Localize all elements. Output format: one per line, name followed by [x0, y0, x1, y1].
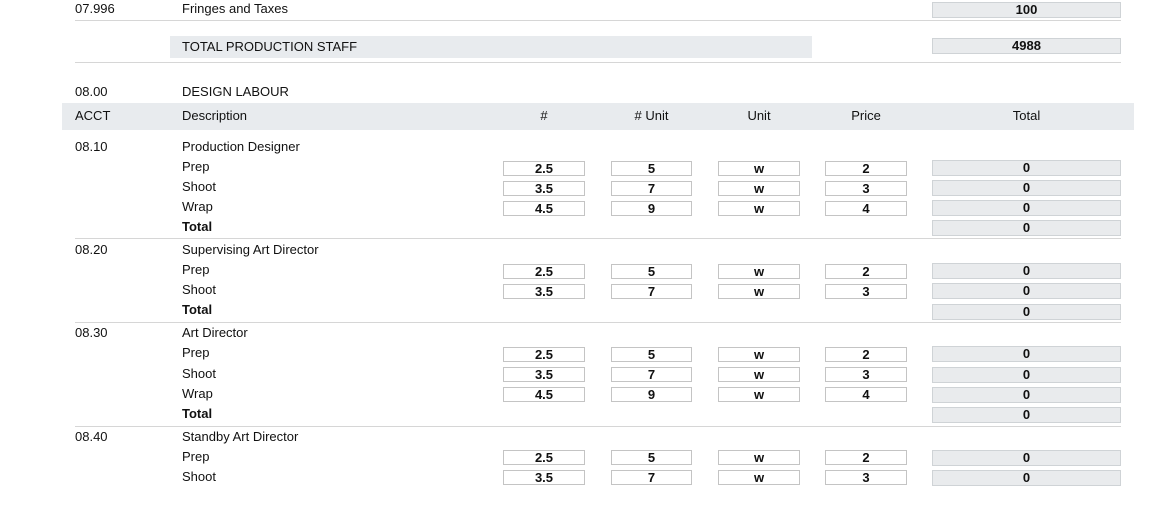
group-acct: 08.10: [75, 139, 108, 154]
line-total: 0: [932, 387, 1121, 403]
quantity-input[interactable]: [503, 264, 585, 279]
line-item-label: Wrap: [182, 386, 213, 401]
col-header-num: #: [540, 108, 548, 123]
unit-count-input[interactable]: [611, 181, 692, 196]
price-input[interactable]: [825, 201, 907, 216]
line-item-label: Wrap: [182, 199, 213, 214]
line-total: 0: [932, 160, 1121, 176]
line-total: 0: [932, 346, 1121, 362]
line-item-label: Prep: [182, 345, 210, 360]
quantity-input[interactable]: [503, 181, 585, 196]
unit-count-input[interactable]: [611, 201, 692, 216]
total-production-staff-total: 4988: [932, 38, 1121, 54]
unit-count-input[interactable]: [611, 450, 692, 465]
group-title: Supervising Art Director: [182, 242, 319, 257]
col-header-description: Description: [182, 108, 248, 123]
line-total: 0: [932, 263, 1121, 279]
line-item-label: Shoot: [182, 282, 216, 297]
line-total: 0: [932, 180, 1121, 196]
divider: [75, 20, 1121, 21]
price-input[interactable]: [825, 284, 907, 299]
quantity-input[interactable]: [503, 201, 585, 216]
section-acct: 08.00: [75, 84, 108, 99]
unit-count-input[interactable]: [611, 284, 692, 299]
divider: [75, 62, 1121, 63]
line-total: 0: [932, 367, 1121, 383]
line-item-label: Prep: [182, 449, 210, 464]
price-input[interactable]: [825, 470, 907, 485]
unit-input[interactable]: [718, 284, 800, 299]
group-total-label: Total: [182, 302, 213, 317]
price-input[interactable]: [825, 347, 907, 362]
col-header-num-unit: # Unit: [634, 108, 669, 123]
col-header-unit: Unit: [747, 108, 771, 123]
unit-count-input[interactable]: [611, 367, 692, 382]
unit-count-input[interactable]: [611, 264, 692, 279]
line-item-label: Shoot: [182, 366, 216, 381]
fringes-label: Fringes and Taxes: [182, 1, 288, 16]
group-acct: 08.30: [75, 325, 108, 340]
unit-input[interactable]: [718, 347, 800, 362]
unit-count-input[interactable]: [611, 161, 692, 176]
unit-input[interactable]: [718, 367, 800, 382]
quantity-input[interactable]: [503, 367, 585, 382]
fringes-total: 100: [932, 2, 1121, 18]
unit-input[interactable]: [718, 201, 800, 216]
fringes-acct: 07.996: [75, 1, 115, 16]
quantity-input[interactable]: [503, 284, 585, 299]
quantity-input[interactable]: [503, 161, 585, 176]
line-item-label: Prep: [182, 262, 210, 277]
group-acct: 08.20: [75, 242, 108, 257]
group-total: 0: [932, 220, 1121, 236]
price-input[interactable]: [825, 450, 907, 465]
unit-input[interactable]: [718, 470, 800, 485]
unit-input[interactable]: [718, 264, 800, 279]
unit-input[interactable]: [718, 387, 800, 402]
divider: [75, 238, 1121, 239]
line-total: 0: [932, 283, 1121, 299]
line-total: 0: [932, 450, 1121, 466]
price-input[interactable]: [825, 367, 907, 382]
unit-input[interactable]: [718, 450, 800, 465]
group-total-label: Total: [182, 219, 213, 234]
line-total: 0: [932, 470, 1121, 486]
total-production-staff-label: TOTAL PRODUCTION STAFF: [182, 39, 358, 54]
price-input[interactable]: [825, 161, 907, 176]
price-input[interactable]: [825, 264, 907, 279]
divider: [75, 322, 1121, 323]
section-title: DESIGN LABOUR: [182, 84, 289, 99]
group-acct: 08.40: [75, 429, 108, 444]
divider: [75, 426, 1121, 427]
group-total: 0: [932, 304, 1121, 320]
col-header-price: Price: [851, 108, 881, 123]
price-input[interactable]: [825, 387, 907, 402]
unit-input[interactable]: [718, 161, 800, 176]
unit-input[interactable]: [718, 181, 800, 196]
line-item-label: Prep: [182, 159, 210, 174]
unit-count-input[interactable]: [611, 470, 692, 485]
line-total: 0: [932, 200, 1121, 216]
group-title: Standby Art Director: [182, 429, 299, 444]
quantity-input[interactable]: [503, 387, 585, 402]
group-total-label: Total: [182, 406, 213, 421]
price-input[interactable]: [825, 181, 907, 196]
line-item-label: Shoot: [182, 179, 216, 194]
group-total: 0: [932, 407, 1121, 423]
col-header-total: Total: [1012, 108, 1041, 123]
group-title: Production Designer: [182, 139, 300, 154]
quantity-input[interactable]: [503, 470, 585, 485]
unit-count-input[interactable]: [611, 347, 692, 362]
group-title: Art Director: [182, 325, 248, 340]
unit-count-input[interactable]: [611, 387, 692, 402]
col-header-acct: ACCT: [75, 108, 111, 123]
quantity-input[interactable]: [503, 450, 585, 465]
line-item-label: Shoot: [182, 469, 216, 484]
quantity-input[interactable]: [503, 347, 585, 362]
